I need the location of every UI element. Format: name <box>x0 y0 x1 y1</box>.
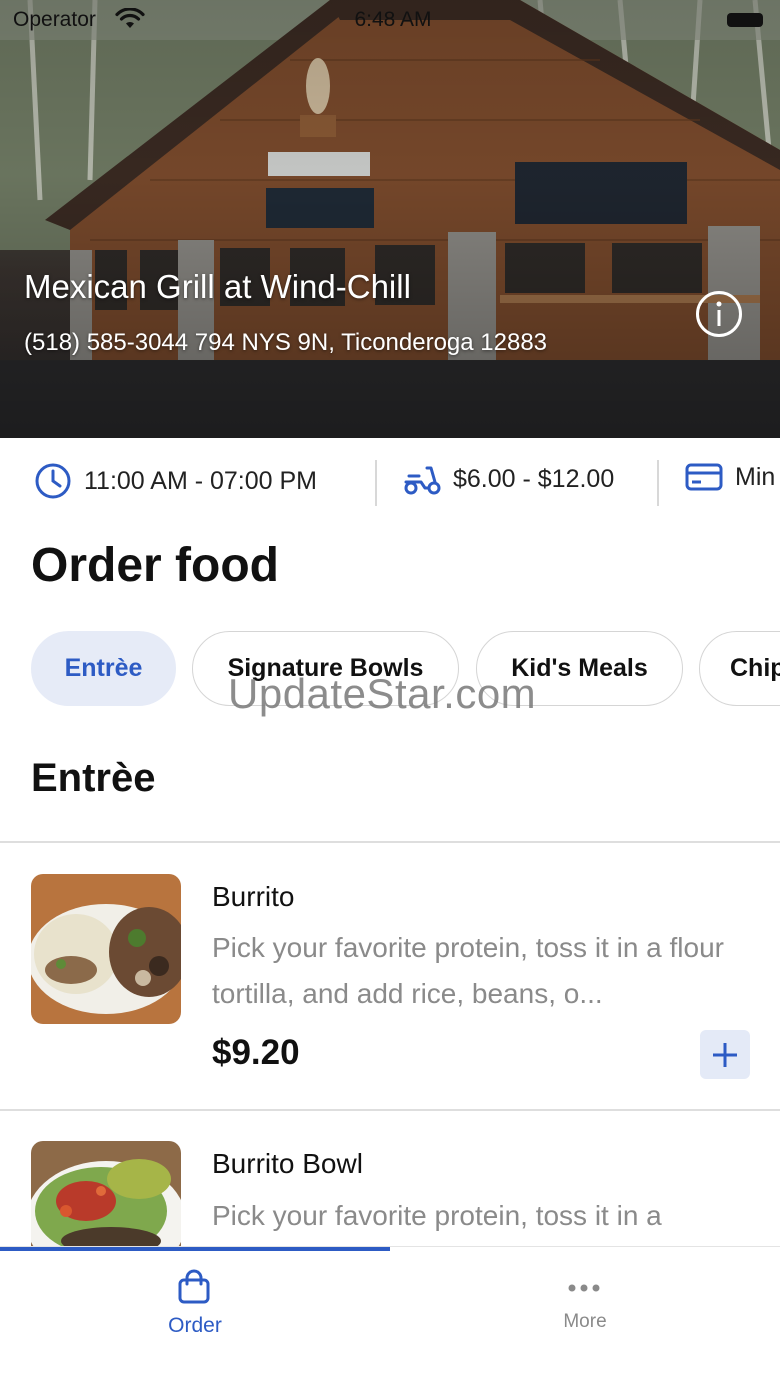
tab-order[interactable]: Order <box>0 1247 390 1367</box>
delivery-fee-info: $6.00 - $12.00 <box>403 462 614 496</box>
strip-divider <box>657 460 659 506</box>
menu-item-price: $9.20 <box>212 1033 300 1072</box>
tab-more-label: More <box>563 1311 607 1332</box>
category-chip-chips[interactable]: Chip <box>699 631 780 706</box>
carrier-label: Operator <box>13 8 96 31</box>
page-title: Order food <box>31 539 279 592</box>
clock-icon <box>35 463 71 499</box>
hours-info: 11:00 AM - 07:00 PM <box>34 462 317 500</box>
menu-item-image <box>31 1141 181 1246</box>
strip-divider <box>375 460 377 506</box>
add-to-cart-button[interactable] <box>700 1030 750 1079</box>
watermark: UpdateStar.com <box>228 670 537 717</box>
minimum-order-text: Min <box>735 462 776 491</box>
shopping-bag-icon <box>178 1269 210 1304</box>
hero-banner: Operator 6:48 AM Mexican Grill at Wind-C… <box>0 0 780 438</box>
hero-overlay <box>0 0 780 438</box>
restaurant-info-strip: 11:00 AM - 07:00 PM $6.00 - $12.00 Min <box>0 438 780 528</box>
menu-item-name: Burrito <box>212 881 295 912</box>
restaurant-address: (518) 585-3044 794 NYS 9N, Ticonderoga 1… <box>24 329 548 356</box>
scooter-icon <box>404 466 441 495</box>
status-time: 6:48 AM <box>354 8 432 31</box>
category-chip-entree[interactable]: Entrèe <box>31 631 176 706</box>
menu-item[interactable]: Burrito Bowl Pick your favorite protein,… <box>0 1111 780 1246</box>
battery-icon <box>727 13 763 27</box>
info-glyph <box>716 301 722 326</box>
section-title: Entrèe <box>31 756 156 800</box>
tab-order-label: Order <box>168 1314 222 1337</box>
restaurant-name: Mexican Grill at Wind-Chill <box>24 268 411 305</box>
plus-icon <box>713 1042 737 1067</box>
tab-more[interactable]: More <box>390 1247 780 1367</box>
minimum-order-info: Min <box>685 462 775 492</box>
card-icon <box>685 463 723 491</box>
menu-item-name: Burrito Bowl <box>212 1148 363 1179</box>
wifi-icon <box>115 8 145 28</box>
info-icon[interactable] <box>696 291 742 337</box>
status-bar: Operator 6:48 AM <box>0 0 780 40</box>
hours-text: 11:00 AM - 07:00 PM <box>84 466 317 495</box>
tab-bar: Order More <box>0 1246 780 1387</box>
menu-item-image <box>31 874 181 1024</box>
more-dots-icon <box>568 1284 600 1292</box>
menu-item-description: Pick your favorite protein, toss it in a <box>212 1200 662 1231</box>
menu-item[interactable]: Burrito Pick your favorite protein, toss… <box>0 843 780 1109</box>
delivery-fee-text: $6.00 - $12.00 <box>453 464 615 493</box>
menu-item-description: Pick your favorite protein, toss it in a… <box>212 932 724 1009</box>
